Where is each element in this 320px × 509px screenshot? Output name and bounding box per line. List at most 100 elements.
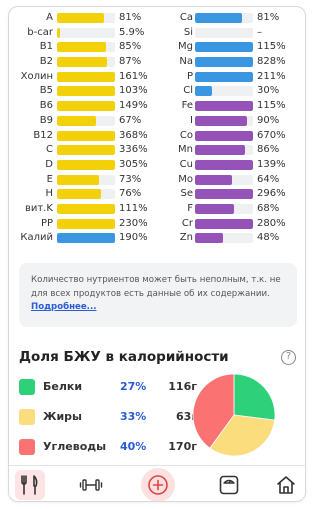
nutrient-value: 336% <box>119 144 148 156</box>
bju-percent: 33% <box>120 410 147 423</box>
nutrient-bar-fill <box>57 218 115 229</box>
nutrient-value: 90% <box>257 114 280 126</box>
nutrient-value: 111% <box>119 202 148 214</box>
nutrient-bar-fill <box>195 42 253 53</box>
nutrient-bar-fill <box>57 57 108 68</box>
nutrient-row: B12 368% Co 670% <box>9 129 305 144</box>
bju-grams: 116г <box>168 380 197 393</box>
nav-home[interactable] <box>269 470 303 500</box>
bju-swatch <box>19 409 35 425</box>
info-note: Количество нутриентов может быть неполны… <box>19 263 297 327</box>
nutrient-bar-fill <box>195 115 248 126</box>
nutrient-bar <box>195 57 253 68</box>
nutrient-value: 161% <box>119 70 148 82</box>
bju-label: Углеводы <box>43 440 107 453</box>
nutrient-bar-fill <box>195 13 242 23</box>
nutrient-bar <box>195 145 253 156</box>
nutrient-value: 280% <box>257 217 286 229</box>
nutrient-value: 115% <box>257 100 286 112</box>
nutrient-name: B6 <box>39 100 53 112</box>
bju-percent: 27% <box>120 380 147 393</box>
nutrient-value: 149% <box>119 100 148 112</box>
nutrient-row: B9 67% I 90% <box>9 114 305 129</box>
nutrient-name: Mn <box>178 144 193 156</box>
nutrient-bar-fill <box>57 13 104 23</box>
nutrient-value: 48% <box>257 232 280 244</box>
nutrient-bar <box>57 130 115 141</box>
nutrient-row: B5 103% Cl 30% <box>9 84 305 99</box>
scale-icon <box>219 475 239 495</box>
nutrient-bar <box>195 189 253 200</box>
nutrient-value: 296% <box>257 188 286 200</box>
nutrient-value: – <box>257 26 262 38</box>
plus-icon <box>148 475 168 495</box>
nutrient-row: D 305% Cu 139% <box>9 158 305 173</box>
nutrient-bar <box>195 115 253 126</box>
nutrient-bar-fill <box>195 145 245 156</box>
nutrient-row: H 76% Se 296% <box>9 187 305 202</box>
nutrient-bar <box>57 189 115 200</box>
nav-add-button[interactable] <box>141 468 175 501</box>
nutrient-value: 190% <box>119 232 148 244</box>
more-link[interactable]: Подробнее... <box>31 302 96 312</box>
nutrient-bar <box>57 218 115 229</box>
nutrient-bar <box>57 174 115 185</box>
nutrient-bar-fill <box>57 159 115 170</box>
nutrient-name: Ca <box>179 12 193 23</box>
bju-row: Жиры 33% 63г <box>19 409 199 425</box>
nutrient-bar-fill <box>57 27 61 38</box>
nutrient-bar <box>195 101 253 112</box>
nutrient-bar <box>57 115 115 126</box>
nutrient-name: вит.K <box>25 202 53 214</box>
bju-title: Доля БЖУ в калорийности <box>19 349 229 365</box>
nutrient-value: 81% <box>119 12 142 23</box>
bju-label: Жиры <box>43 410 82 423</box>
nav-weight[interactable] <box>212 470 246 500</box>
bju-swatch <box>19 439 35 455</box>
fork-knife-icon <box>21 475 38 495</box>
home-icon <box>277 476 295 494</box>
nutrient-value: 73% <box>119 173 142 185</box>
bju-row: Белки 27% 116г <box>19 379 199 395</box>
nutrient-bar-fill <box>57 189 102 200</box>
nutrient-bar-fill <box>195 203 235 214</box>
nutrient-value: 5.9% <box>119 26 145 38</box>
nutrient-bar-fill <box>195 174 233 185</box>
nutrient-bar <box>57 145 115 156</box>
nutrient-name: F <box>187 202 193 214</box>
nutrition-card: A 81% Ca 81% b-car 5.9% Si – B1 85% Mg 115% B2 87% Na 8… <box>8 6 306 502</box>
nutrient-bar-fill <box>195 130 253 141</box>
nutrient-bar-fill <box>195 86 213 97</box>
nutrient-name: Na <box>179 56 193 68</box>
nutrient-bar-fill <box>57 71 115 82</box>
dumbbell-icon <box>79 479 103 491</box>
nutrient-bar <box>57 159 115 170</box>
nutrient-value: 211% <box>257 70 286 82</box>
pie-slice-0 <box>233 373 276 421</box>
nutrient-value: 30% <box>257 85 280 97</box>
help-icon[interactable]: ? <box>281 350 296 365</box>
nutrient-name: Si <box>183 26 193 38</box>
nutrient-name: B1 <box>39 41 53 53</box>
nav-training[interactable] <box>74 470 108 500</box>
nutrient-name: b-car <box>27 26 53 38</box>
nutrient-value: 368% <box>119 129 148 141</box>
nutrient-row: b-car 5.9% Si – <box>9 26 305 41</box>
nutrient-bar-fill <box>57 101 115 112</box>
bju-pie-chart <box>192 373 276 457</box>
nutrient-bar <box>57 71 115 82</box>
nutrient-row: E 73% Mo 64% <box>9 173 305 188</box>
nav-diary[interactable] <box>13 470 47 500</box>
bju-grams: 63г <box>175 410 197 423</box>
nutrient-name: PP <box>40 217 53 229</box>
nutrient-row: Калий 190% Zn 48% <box>9 231 305 246</box>
nutrient-bar-fill <box>57 203 115 214</box>
nutrient-value: 305% <box>119 158 148 170</box>
nutrient-bar <box>195 86 253 97</box>
nutrient-row: вит.K 111% F 68% <box>9 202 305 217</box>
nutrient-bar <box>195 174 253 185</box>
nutrient-name: Cr <box>181 217 193 229</box>
nutrient-bar-fill <box>57 174 100 185</box>
nutrient-bar <box>195 218 253 229</box>
nutrient-name: Co <box>179 129 193 141</box>
